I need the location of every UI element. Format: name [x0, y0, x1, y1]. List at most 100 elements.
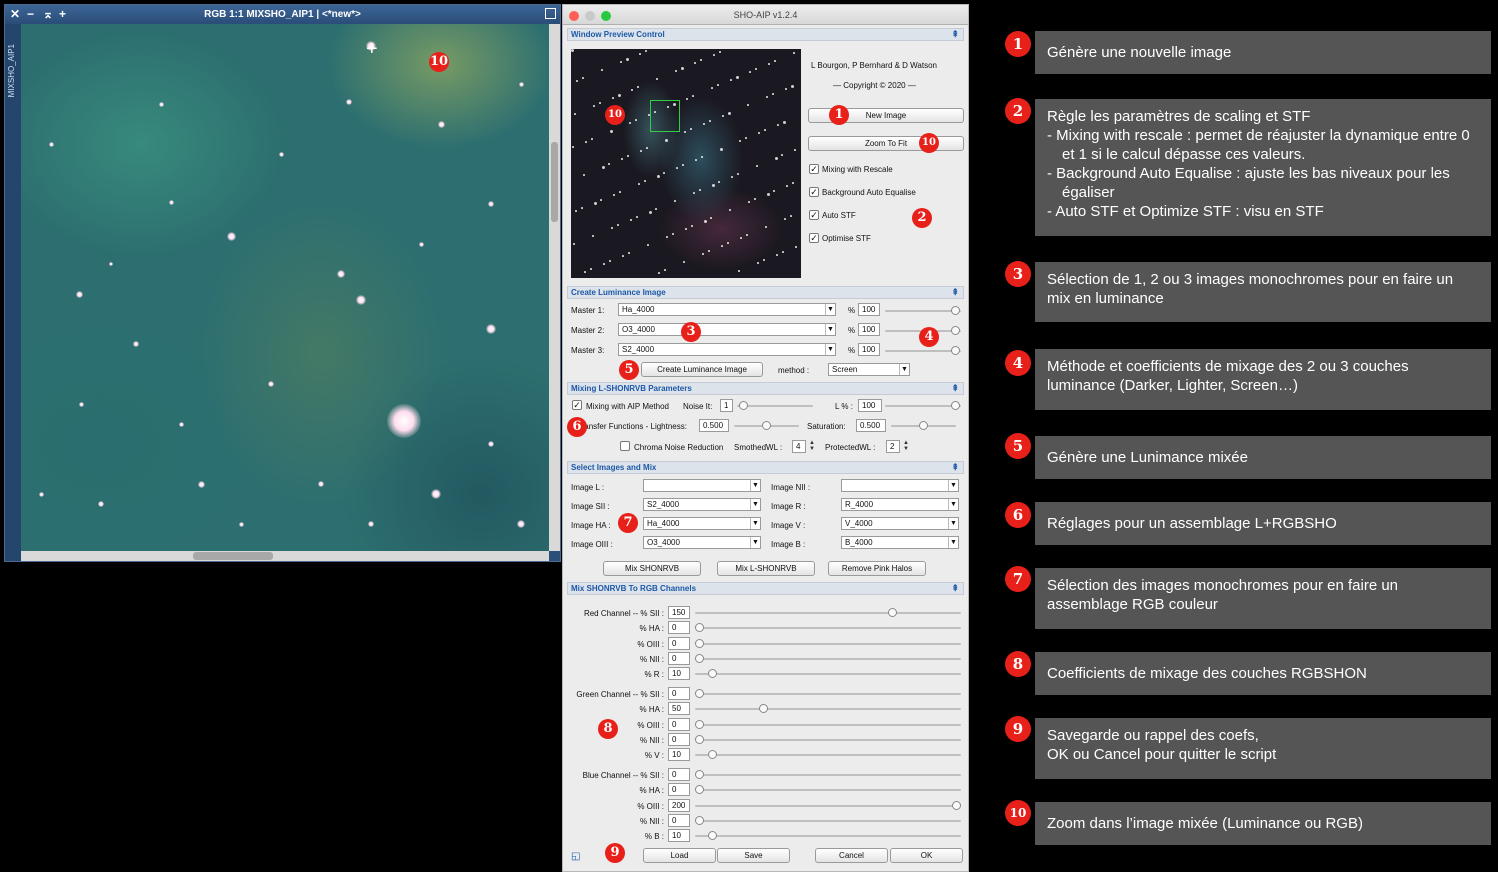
channel-slider[interactable]: [695, 689, 961, 698]
zoom-to-fit-button[interactable]: Zoom To Fit: [808, 136, 964, 151]
slider-knob[interactable]: [919, 421, 928, 430]
slider-knob[interactable]: [951, 326, 960, 335]
slider-knob[interactable]: [695, 734, 704, 744]
collapse-icon[interactable]: ⇞: [951, 287, 959, 298]
preview-image[interactable]: [571, 49, 801, 278]
section-rgb-channels[interactable]: Mix SHONRVB To RGB Channels ⇞: [567, 582, 964, 595]
slider-knob[interactable]: [951, 401, 960, 410]
channel-value-input[interactable]: 200: [668, 798, 690, 812]
image-sii-combo[interactable]: S2_4000 ▼: [643, 498, 761, 511]
slider-knob[interactable]: [695, 815, 704, 825]
transfer-lightness-slider[interactable]: [734, 421, 799, 430]
channel-value-input[interactable]: 0: [668, 768, 690, 781]
channel-value-input[interactable]: 10: [668, 667, 690, 681]
channel-slider[interactable]: [695, 800, 961, 810]
saturation-input[interactable]: 0.500: [856, 419, 886, 432]
channel-value-input[interactable]: 0: [668, 783, 690, 797]
channel-value-input[interactable]: 0: [668, 717, 690, 731]
channel-slider[interactable]: [695, 815, 961, 825]
image-oiii-combo[interactable]: O3_4000 ▼: [643, 536, 761, 549]
slider-knob[interactable]: [695, 638, 704, 648]
smoothed-wl-input[interactable]: 4: [792, 440, 806, 453]
mix-shonrvb-button[interactable]: Mix SHONRVB: [603, 561, 701, 576]
master-2-pct[interactable]: 100: [858, 323, 880, 336]
collapse-icon[interactable]: ⇞: [951, 462, 959, 473]
collapse-icon[interactable]: ⇞: [951, 383, 959, 394]
channel-value-input[interactable]: 10: [668, 748, 690, 762]
channel-slider[interactable]: [695, 831, 961, 841]
zoom-traffic-light-icon[interactable]: [601, 11, 611, 21]
saturation-slider[interactable]: [891, 421, 956, 430]
slider-knob[interactable]: [951, 346, 960, 355]
master-1-pct[interactable]: 100: [858, 303, 880, 316]
new-instance-icon[interactable]: ◱: [571, 851, 580, 862]
noise-slider[interactable]: [737, 401, 813, 410]
close-traffic-light-icon[interactable]: [569, 11, 579, 21]
channel-slider[interactable]: [695, 653, 961, 663]
transfer-lightness-input[interactable]: 0.500: [699, 419, 729, 432]
slider-knob[interactable]: [951, 306, 960, 315]
image-canvas[interactable]: +: [21, 24, 549, 551]
slider-knob[interactable]: [695, 719, 704, 729]
section-mixing-parameters[interactable]: Mixing L-SHONRVB Parameters ⇞: [567, 382, 964, 395]
slider-knob[interactable]: [762, 421, 771, 430]
create-luminance-button[interactable]: Create Luminance Image: [641, 362, 763, 377]
collapse-icon[interactable]: ⇞: [951, 29, 959, 40]
slider-knob[interactable]: [695, 689, 704, 698]
save-button[interactable]: Save: [717, 848, 790, 863]
image-window-titlebar[interactable]: ✕ − ⌅ + RGB 1:1 MIXSHO_AIP1 | <*new*>: [5, 5, 560, 24]
channel-slider[interactable]: [695, 734, 961, 744]
channel-slider[interactable]: [695, 750, 961, 760]
image-ha-combo[interactable]: Ha_4000 ▼: [643, 517, 761, 530]
background-equalise-checkbox[interactable]: ✓: [809, 187, 819, 197]
slider-knob[interactable]: [952, 800, 961, 810]
channel-slider[interactable]: [695, 623, 961, 633]
master-3-pct[interactable]: 100: [858, 343, 880, 356]
image-l-combo[interactable]: ▼: [643, 479, 761, 492]
image-v-combo[interactable]: V_4000 ▼: [841, 517, 959, 530]
auto-stf-checkbox[interactable]: ✓: [809, 210, 819, 220]
image-nii-combo[interactable]: ▼: [841, 479, 959, 492]
optimise-stf-checkbox[interactable]: ✓: [809, 233, 819, 243]
ok-button[interactable]: OK: [890, 848, 963, 863]
horizontal-scrollbar[interactable]: [21, 551, 549, 561]
collapse-icon[interactable]: ⇞: [951, 583, 959, 594]
slider-knob[interactable]: [759, 704, 769, 714]
mix-l-shonrvb-button[interactable]: Mix L-SHONRVB: [717, 561, 815, 576]
section-create-luminance[interactable]: Create Luminance Image ⇞: [567, 286, 964, 299]
channel-value-input[interactable]: 10: [668, 829, 690, 843]
slider-knob[interactable]: [695, 623, 704, 633]
channel-slider[interactable]: [695, 770, 961, 779]
channel-value-input[interactable]: 0: [668, 636, 690, 650]
section-select-images[interactable]: Select Images and Mix ⇞: [567, 461, 964, 474]
vertical-scrollbar[interactable]: [549, 24, 560, 551]
l-percent-slider[interactable]: [885, 401, 961, 410]
channel-slider[interactable]: [695, 785, 961, 795]
channel-slider[interactable]: [695, 704, 961, 714]
dialog-titlebar[interactable]: SHO-AIP v1.2.4: [563, 5, 968, 25]
slider-knob[interactable]: [707, 669, 717, 679]
channel-value-input[interactable]: 50: [668, 702, 690, 716]
horizontal-scroll-thumb[interactable]: [193, 552, 273, 560]
method-combo[interactable]: Screen ▼: [828, 363, 910, 376]
channel-value-input[interactable]: 150: [668, 606, 690, 619]
view-side-tab[interactable]: MIXSHO_AIP1: [5, 24, 21, 561]
channel-value-input[interactable]: 0: [668, 651, 690, 665]
protected-wl-input[interactable]: 2: [886, 440, 900, 453]
channel-slider[interactable]: [695, 719, 961, 729]
channel-value-input[interactable]: 0: [668, 732, 690, 746]
cancel-button[interactable]: Cancel: [815, 848, 888, 863]
smoothed-wl-spinner-icon[interactable]: ▲ ▼: [808, 440, 816, 453]
minimize-traffic-light-icon[interactable]: [585, 11, 595, 21]
channel-value-input[interactable]: 0: [668, 813, 690, 827]
slider-knob[interactable]: [695, 785, 704, 795]
mixing-rescale-checkbox[interactable]: ✓: [809, 164, 819, 174]
slider-knob[interactable]: [707, 831, 717, 841]
image-r-combo[interactable]: R_4000 ▼: [841, 498, 959, 511]
remove-pink-halos-button[interactable]: Remove Pink Halos: [828, 561, 926, 576]
slider-knob[interactable]: [887, 608, 897, 617]
section-window-preview[interactable]: Window Preview Control ⇞: [567, 28, 964, 41]
channel-slider[interactable]: [695, 638, 961, 648]
aip-method-checkbox[interactable]: ✓: [572, 400, 582, 410]
master-1-combo[interactable]: Ha_4000 ▼: [618, 303, 836, 316]
